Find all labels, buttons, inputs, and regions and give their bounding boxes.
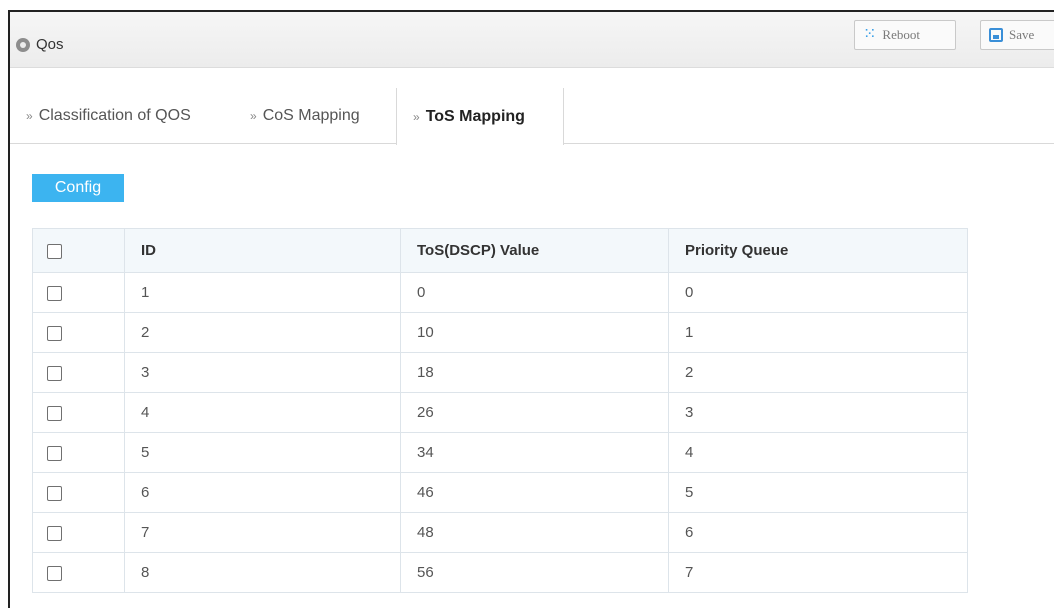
cell-id: 4: [124, 392, 401, 433]
select-all-cell: [32, 228, 125, 273]
floppy-disk-icon: [989, 28, 1003, 42]
table-row: 3 18 2: [32, 352, 968, 393]
cell-tos-value: 46: [400, 472, 669, 513]
cell-priority-queue: 0: [668, 272, 968, 313]
tab-label: CoS Mapping: [262, 107, 360, 124]
cell-priority-queue: 5: [668, 472, 968, 513]
row-checkbox[interactable]: [47, 485, 62, 501]
tab-label: Classification of QOS: [38, 107, 191, 124]
cell-tos-value: 56: [400, 552, 669, 593]
cell-priority-queue: 1: [668, 312, 968, 353]
cell-tos-value: 0: [400, 272, 669, 313]
cell-priority-queue: 7: [668, 552, 968, 593]
cell-id: 3: [124, 352, 401, 393]
save-label: Save: [1009, 27, 1035, 42]
table-row: 2 10 1: [32, 312, 968, 353]
cell-priority-queue: 3: [668, 392, 968, 433]
cell-tos-value: 34: [400, 432, 669, 473]
cell-id: 1: [124, 272, 401, 313]
row-checkbox[interactable]: [47, 325, 62, 341]
table-row: 4 26 3: [32, 392, 968, 433]
reboot-label: Reboot: [882, 27, 920, 42]
row-checkbox[interactable]: [47, 405, 62, 421]
double-chevron-right-icon: »: [250, 109, 257, 123]
column-header-priority-queue: Priority Queue: [668, 228, 968, 273]
select-all-checkbox[interactable]: [47, 243, 62, 259]
reboot-button[interactable]: ⁙ Reboot: [854, 20, 956, 50]
tos-mapping-table: ID ToS(DSCP) Value Priority Queue 1 0 0 …: [32, 228, 968, 593]
table-row: 5 34 4: [32, 432, 968, 473]
cell-tos-value: 48: [400, 512, 669, 553]
cell-id: 2: [124, 312, 401, 353]
cell-priority-queue: 4: [668, 432, 968, 473]
tab-tos-mapping[interactable]: » ToS Mapping: [396, 88, 564, 145]
title-bar: Qos ⁙ Reboot Save: [10, 12, 1054, 68]
cell-tos-value: 26: [400, 392, 669, 433]
cell-priority-queue: 6: [668, 512, 968, 553]
row-checkbox[interactable]: [47, 565, 62, 581]
table-header-row: ID ToS(DSCP) Value Priority Queue: [32, 228, 968, 273]
location-dot-icon: [16, 38, 30, 52]
cell-priority-queue: 2: [668, 352, 968, 393]
row-checkbox[interactable]: [47, 445, 62, 461]
table-row: 8 56 7: [32, 552, 968, 593]
double-chevron-right-icon: »: [413, 109, 420, 124]
column-header-tos-value: ToS(DSCP) Value: [400, 228, 669, 273]
tab-cos-mapping[interactable]: » CoS Mapping: [242, 88, 360, 144]
tab-bar: » Classification of QOS » CoS Mapping » …: [10, 88, 1054, 145]
cell-id: 7: [124, 512, 401, 553]
table-row: 6 46 5: [32, 472, 968, 513]
row-checkbox[interactable]: [47, 525, 62, 541]
tab-label: ToS Mapping: [425, 107, 525, 125]
config-button[interactable]: Config: [32, 174, 124, 202]
cell-id: 6: [124, 472, 401, 513]
cell-tos-value: 18: [400, 352, 669, 393]
row-checkbox[interactable]: [47, 365, 62, 381]
loading-spinner-icon: ⁙: [863, 26, 877, 43]
save-button[interactable]: Save: [980, 20, 1054, 50]
cell-id: 5: [124, 432, 401, 473]
page-title: Qos: [36, 36, 64, 53]
column-header-id: ID: [124, 228, 401, 273]
app-frame: Qos ⁙ Reboot Save » Classification of QO…: [8, 10, 1054, 608]
cell-tos-value: 10: [400, 312, 669, 353]
table-row: 1 0 0: [32, 272, 968, 313]
cell-id: 8: [124, 552, 401, 593]
tab-classification-of-qos[interactable]: » Classification of QOS: [18, 88, 191, 144]
double-chevron-right-icon: »: [26, 109, 33, 123]
table-row: 7 48 6: [32, 512, 968, 553]
row-checkbox[interactable]: [47, 285, 62, 301]
